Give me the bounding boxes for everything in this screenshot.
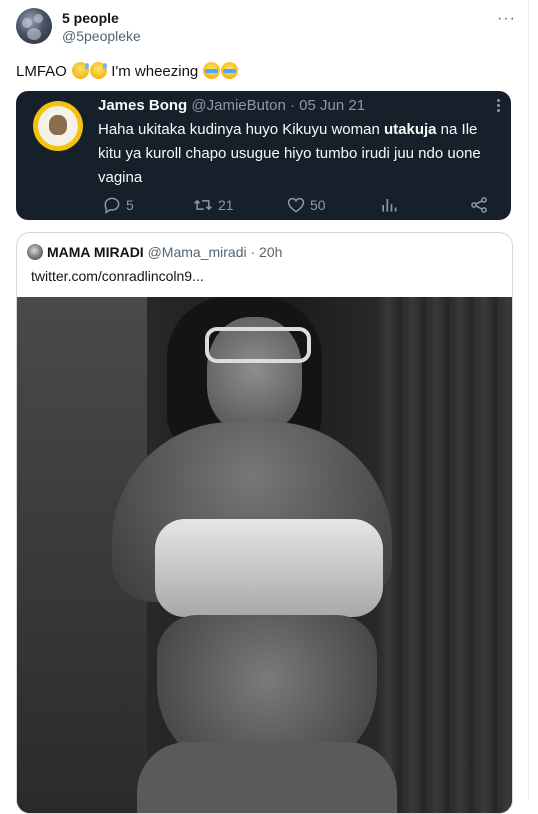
quoted-body: Haha ukitaka kudinya huyo Kikuyu woman u… xyxy=(98,118,503,190)
tweet-photo[interactable] xyxy=(17,297,512,813)
quoted-handle[interactable]: @JamieButon xyxy=(191,97,285,114)
more-horizontal-icon[interactable]: ··· xyxy=(497,10,516,28)
crying-emoji-icon xyxy=(203,62,221,79)
retweet-icon xyxy=(194,199,212,211)
views-icon xyxy=(382,199,397,212)
retweeted-header: MAMA MIRADI @Mama_miradi · 20h xyxy=(27,244,282,260)
author-handle[interactable]: @5peopleke xyxy=(62,28,141,44)
retweeted-separator: · xyxy=(250,244,256,260)
retweet-count: 21 xyxy=(218,197,234,213)
tweet-text-mid: I'm wheezing xyxy=(111,63,199,80)
reply-count: 5 xyxy=(126,197,134,213)
views-button[interactable] xyxy=(379,195,399,215)
retweeted-card[interactable]: MAMA MIRADI @Mama_miradi · 20h twitter.c… xyxy=(16,232,513,814)
retweeted-avatar[interactable] xyxy=(27,244,43,260)
heart-icon xyxy=(287,197,305,213)
author-name[interactable]: 5 people xyxy=(62,10,119,26)
photo-curtain xyxy=(377,297,512,813)
tweet-text: LMFAO I'm wheezing xyxy=(16,62,239,80)
quoted-tweet-card[interactable]: James Bong @JamieButon · 05 Jun 21 Haha … xyxy=(16,91,511,220)
retweet-button[interactable]: 21 xyxy=(192,195,234,215)
tweet-header: 5 people @5peopleke ··· xyxy=(16,8,516,48)
quoted-actions: 5 21 50 xyxy=(16,195,511,217)
retweeted-time[interactable]: 20h xyxy=(259,244,282,260)
grinning-sweat-emoji-icon xyxy=(90,62,108,79)
more-vertical-icon[interactable] xyxy=(497,97,501,114)
crying-emoji-icon xyxy=(221,62,239,79)
photo-pants xyxy=(137,742,397,813)
photo-glasses xyxy=(205,327,311,363)
quoted-header: James Bong @JamieButon · 05 Jun 21 xyxy=(98,97,365,114)
quoted-name[interactable]: James Bong xyxy=(98,97,187,114)
quoted-avatar[interactable] xyxy=(33,101,83,151)
quoted-separator: · xyxy=(290,97,295,114)
like-count: 50 xyxy=(310,197,326,213)
grinning-sweat-emoji-icon xyxy=(72,62,90,79)
retweeted-handle[interactable]: @Mama_miradi xyxy=(148,244,247,260)
column-border xyxy=(528,0,529,800)
reply-icon xyxy=(104,197,120,214)
quoted-body-pre: Haha ukitaka kudinya huyo Kikuyu woman xyxy=(98,121,384,138)
share-button[interactable] xyxy=(469,195,489,215)
quoted-body-bold: utakuja xyxy=(384,121,437,138)
share-icon xyxy=(471,197,487,213)
tweet-text-start: LMFAO xyxy=(16,63,67,80)
quoted-date[interactable]: 05 Jun 21 xyxy=(299,97,365,114)
reply-button[interactable]: 5 xyxy=(102,195,134,215)
like-button[interactable]: 50 xyxy=(286,195,326,215)
retweeted-link[interactable]: twitter.com/conradlincoln9... xyxy=(31,268,204,284)
retweeted-name[interactable]: MAMA MIRADI xyxy=(47,244,144,260)
photo-top xyxy=(155,519,383,617)
author-avatar[interactable] xyxy=(16,8,52,44)
